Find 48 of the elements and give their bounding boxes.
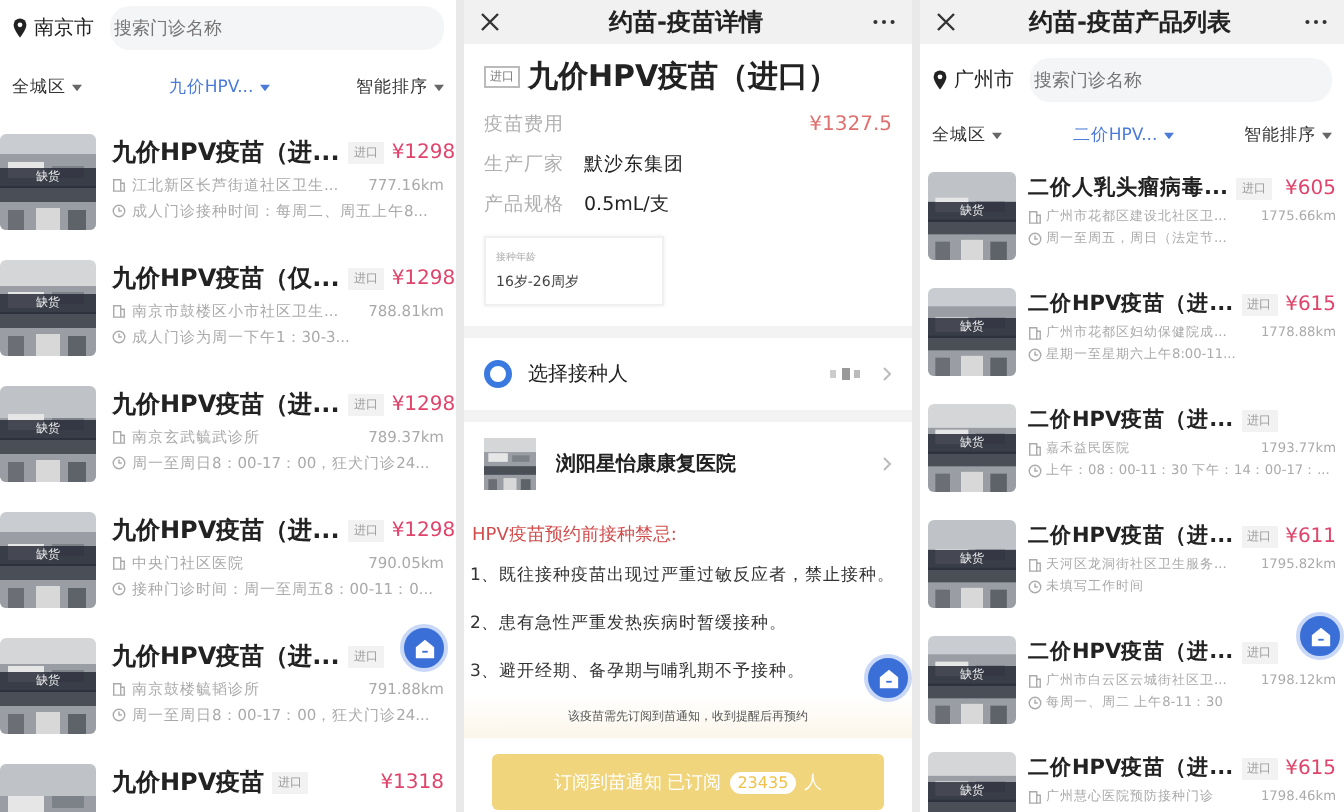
filter-dropdown[interactable]: 全城区 xyxy=(932,124,986,148)
price: ¥1298 xyxy=(391,393,456,415)
field-value: ¥1327.5 xyxy=(809,113,892,135)
price: ¥615 xyxy=(1285,757,1337,779)
vaccine-title: 九价HPV疫苗（仅... xyxy=(112,261,340,295)
city-selector[interactable]: 南京市 xyxy=(34,14,94,42)
vaccine-title: 九价HPV疫苗（进... xyxy=(112,135,340,169)
city-selector[interactable]: 广州市 xyxy=(954,66,1014,94)
filter-dropdown[interactable]: 九价HPV... xyxy=(168,76,254,100)
vaccine-title: 二价HPV疫苗（进... xyxy=(1028,638,1234,666)
price: ¥605 xyxy=(1285,177,1336,199)
field-value: 0.5mL/支 xyxy=(584,191,670,217)
vaccine-title: 九价HPV疫苗（进... xyxy=(112,639,340,673)
price: ¥611 xyxy=(1285,525,1337,547)
field-value: 默沙东集团 xyxy=(584,151,684,177)
vaccine-title: 二价HPV疫苗（进... xyxy=(1028,406,1234,434)
recipient-label: 选择接种人 xyxy=(528,361,628,388)
price: ¥1298 xyxy=(391,519,456,541)
field-label: 疫苗费用 xyxy=(484,111,564,137)
field-label: 生产厂家 xyxy=(484,151,564,177)
vaccine-title: 九价HPV疫苗 xyxy=(112,765,265,799)
warning-item: 3、避开经期、备孕期与哺乳期不予接种。 xyxy=(468,660,807,686)
filter-dropdown[interactable]: 全城区 xyxy=(12,76,66,100)
price: ¥1298 xyxy=(391,267,456,289)
vaccine-title: 二价HPV疫苗（进... xyxy=(1028,522,1234,550)
search-field[interactable]: 搜索门诊名称 xyxy=(110,6,444,50)
vaccine-title: 二价人乳头瘤病毒... xyxy=(1028,174,1228,202)
warning-item: 2、患有急性严重发热疾病时暂缓接种。 xyxy=(468,612,789,638)
vaccine-title: 二价HPV疫苗（进... xyxy=(1028,290,1234,318)
price: ¥615 xyxy=(1285,293,1337,315)
price: ¥1298 xyxy=(391,141,456,163)
filter-dropdown[interactable]: 二价HPV... xyxy=(1072,124,1158,148)
vaccine-title: 二价HPV疫苗（进... xyxy=(1028,754,1234,782)
filter-dropdown[interactable]: 智能排序 xyxy=(356,76,428,100)
search-field[interactable]: 搜索门诊名称 xyxy=(1030,58,1332,102)
warning-item: 1、既往接种疫苗出现过严重过敏反应者，禁止接种。 xyxy=(468,563,897,590)
price: ¥1318 xyxy=(380,771,444,793)
warning-title: HPV疫苗预约前接种禁忌: xyxy=(470,523,679,550)
hospital-name: 浏阳星怡康康复医院 xyxy=(556,451,736,478)
product-name: 九价HPV疫苗（进口） xyxy=(528,57,839,95)
screen-title: 约苗-疫苗产品列表 xyxy=(1029,5,1231,39)
hospital-row[interactable]: 浏阳星怡康康复医院 xyxy=(464,422,912,506)
vaccine-title: 九价HPV疫苗（进... xyxy=(112,513,340,547)
recipient-selector[interactable]: 选择接种人 xyxy=(464,338,912,410)
vaccine-title: 九价HPV疫苗（进... xyxy=(112,387,340,421)
screen-title: 约苗-疫苗详情 xyxy=(609,5,763,39)
field-label: 产品规格 xyxy=(484,191,564,217)
filter-dropdown[interactable]: 智能排序 xyxy=(1244,124,1316,148)
